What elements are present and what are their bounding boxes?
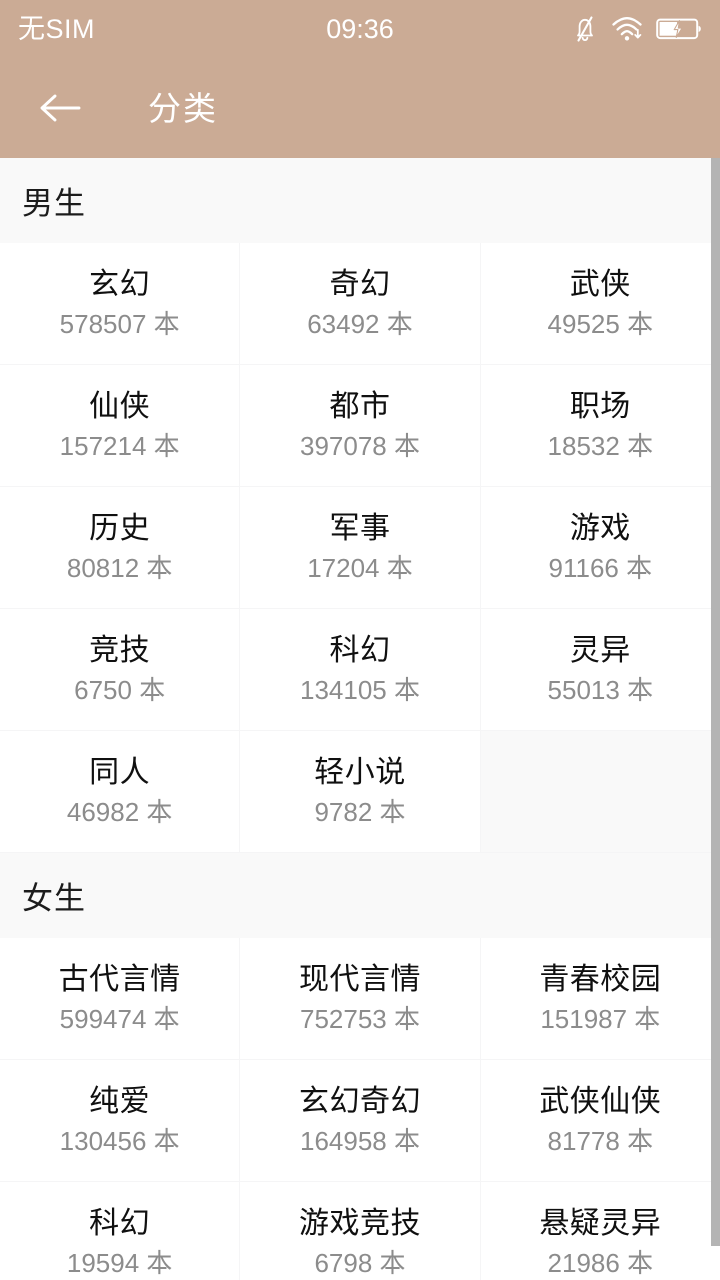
category-count: 80812 本 [66,553,173,584]
category-cell[interactable]: 游戏 91166 本 [480,487,720,608]
category-cell[interactable]: 玄幻奇幻 164958 本 [240,1060,480,1181]
category-name: 都市 [329,390,391,424]
category-name: 同人 [89,756,151,790]
category-count: 17204 本 [307,553,413,584]
category-name: 古代言情 [58,963,181,997]
category-name: 仙侠 [89,390,151,424]
bell-muted-icon [572,15,598,43]
category-name: 历史 [89,512,151,546]
category-count: 81778 本 [547,1126,654,1157]
sections-container: 男生玄幻 578507 本 奇幻 63492 本 武侠 49525 本仙侠 157214 本… [0,158,720,1280]
app-screen: 无SIM 09:36 分类 男生 玄幻 578507 本 奇幻 63492 本 … [0,0,720,1280]
category-count: 130456 本 [59,1126,180,1157]
category-count: 21986 本 [547,1248,654,1279]
status-icons [572,15,702,43]
carrier-label: 无SIM [18,13,96,44]
arrow-left-icon [38,91,82,125]
battery-charging-icon [656,16,702,42]
scrollbar-thumb[interactable] [711,158,720,1246]
category-cell[interactable]: 武侠仙侠 81778 本 [480,1060,720,1181]
status-bar: 无SIM 09:36 [0,0,720,58]
category-name: 游戏竞技 [298,1207,421,1241]
category-count: 6798 本 [314,1248,406,1279]
app-bar: 分类 [0,58,720,158]
category-count: 6750 本 [74,675,166,706]
category-cell-empty [480,731,720,852]
section-header: 女生 [0,853,720,938]
category-name: 玄幻 [89,268,151,302]
category-cell[interactable]: 纯爱 130456 本 [0,1060,240,1181]
category-count: 157214 本 [59,431,180,462]
category-cell[interactable]: 仙侠 157214 本 [0,365,240,486]
category-name: 武侠仙侠 [539,1085,662,1119]
category-count: 151987 本 [540,1004,661,1035]
category-count: 91166 本 [548,553,653,584]
back-button[interactable] [34,82,86,134]
category-name: 军事 [329,512,391,546]
page-title: 分类 [148,89,218,127]
category-cell[interactable]: 军事 17204 本 [240,487,480,608]
section-title: 男生 [22,186,86,221]
category-name: 职场 [569,390,631,424]
category-count: 46982 本 [66,797,173,828]
category-cell[interactable]: 现代言情 752753 本 [240,938,480,1059]
wifi-icon [611,15,643,43]
category-cell[interactable]: 灵异 55013 本 [480,609,720,730]
category-grid: 玄幻 578507 本 奇幻 63492 本 武侠 49525 本仙侠 157214 本 都市… [0,243,720,853]
category-cell[interactable]: 竞技 6750 本 [0,609,240,730]
category-name: 青春校园 [539,963,662,997]
category-count: 55013 本 [547,675,654,706]
category-count: 397078 本 [300,431,420,462]
category-cell[interactable]: 奇幻 63492 本 [240,243,480,364]
category-cell[interactable]: 悬疑灵异 21986 本 [480,1182,720,1280]
section-header: 男生 [0,158,720,243]
category-name: 轻小说 [314,756,406,790]
category-cell[interactable]: 职场 18532 本 [480,365,720,486]
category-name: 玄幻奇幻 [298,1085,421,1119]
category-cell[interactable]: 都市 397078 本 [240,365,480,486]
scrollbar-track [711,158,720,1280]
section-title: 女生 [22,881,86,916]
category-cell[interactable]: 历史 80812 本 [0,487,240,608]
category-cell[interactable]: 游戏竞技 6798 本 [240,1182,480,1280]
category-count: 578507 本 [59,309,180,340]
category-count: 63492 本 [307,309,413,340]
category-name: 科幻 [329,634,391,668]
category-name: 悬疑灵异 [539,1207,662,1241]
category-count: 164958 本 [300,1126,420,1157]
category-count: 599474 本 [59,1004,180,1035]
category-name: 灵异 [569,634,631,668]
category-count: 752753 本 [300,1004,420,1035]
category-name: 科幻 [89,1207,151,1241]
category-name: 现代言情 [298,963,421,997]
category-cell[interactable]: 青春校园 151987 本 [480,938,720,1059]
category-scroll-area[interactable]: 男生玄幻 578507 本 奇幻 63492 本 武侠 49525 本仙侠 157214 本… [0,158,720,1280]
category-cell[interactable]: 武侠 49525 本 [480,243,720,364]
category-cell[interactable]: 同人 46982 本 [0,731,240,852]
category-cell[interactable]: 玄幻 578507 本 [0,243,240,364]
category-name: 武侠 [569,268,631,302]
category-name: 纯爱 [89,1085,151,1119]
category-name: 游戏 [569,512,631,546]
category-cell[interactable]: 科幻 134105 本 [240,609,480,730]
category-cell[interactable]: 古代言情 599474 本 [0,938,240,1059]
category-cell[interactable]: 轻小说 9782 本 [240,731,480,852]
category-name: 奇幻 [329,268,391,302]
category-count: 134105 本 [300,675,420,706]
category-count: 19594 本 [66,1248,173,1279]
category-name: 竞技 [89,634,151,668]
category-count: 9782 本 [314,797,406,828]
category-cell[interactable]: 科幻 19594 本 [0,1182,240,1280]
category-count: 49525 本 [547,309,654,340]
category-grid: 古代言情 599474 本 现代言情 752753 本 青春校园 151987 本纯爱 13… [0,938,720,1280]
category-count: 18532 本 [547,431,654,462]
